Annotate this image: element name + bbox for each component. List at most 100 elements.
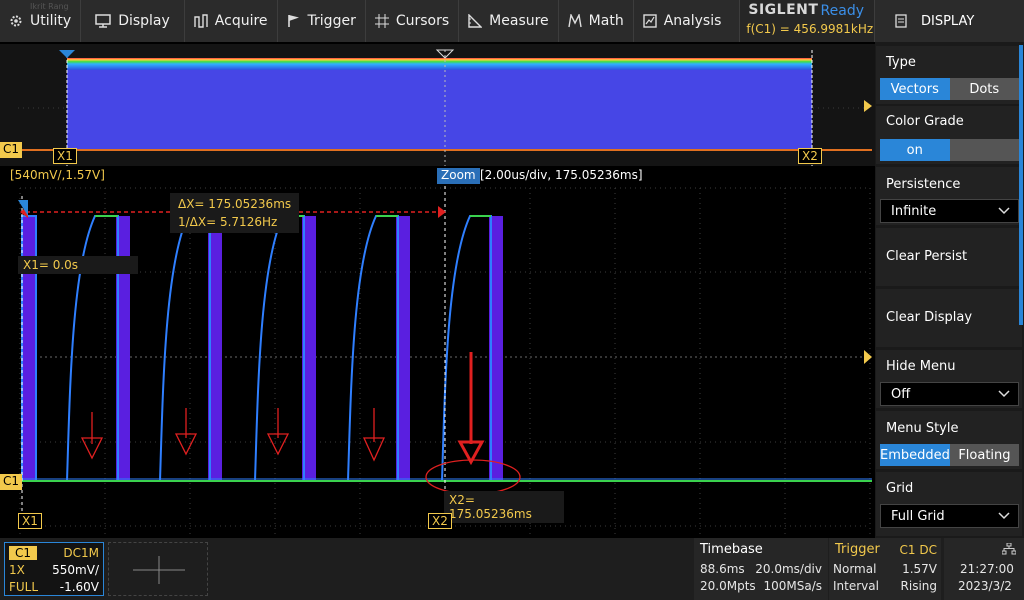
overview-x1-label[interactable]: X1: [53, 148, 77, 164]
crosshair-icon: [374, 14, 389, 28]
menu-utility-label: Utility: [30, 13, 72, 29]
menu-cursors[interactable]: Cursors: [366, 0, 460, 42]
annotation-arrow-4: [362, 408, 386, 462]
menu-trigger[interactable]: Trigger: [278, 0, 366, 42]
color-grade-off-option[interactable]: [949, 139, 1019, 161]
channel1-info-box[interactable]: C1 DC1M 1X 550mV/ FULL -1.60V: [4, 542, 104, 596]
plus-icon: [133, 556, 185, 584]
chevron-down-icon: [998, 207, 1010, 215]
menu-style-section: Menu Style Embedded Floating: [876, 411, 1022, 469]
main-waveform-view[interactable]: ΔX= 175.05236ms 1/ΔX= 5.7126Hz X1= 0.0s …: [0, 186, 875, 538]
type-vectors-option[interactable]: Vectors: [880, 78, 950, 100]
math-icon: [567, 14, 582, 28]
clear-persist-label: Clear Persist: [886, 249, 968, 264]
main-channel-marker[interactable]: C1: [0, 474, 23, 490]
menu-analysis[interactable]: Analysis: [634, 0, 741, 42]
color-grade-label: Color Grade: [886, 114, 964, 129]
persistence-dropdown[interactable]: Infinite: [880, 199, 1019, 223]
channel1-coupling: DC1M: [63, 546, 99, 560]
clock-time: 21:27:00: [960, 562, 1014, 576]
grid-section: Grid Full Grid: [876, 472, 1022, 536]
persistence-value: Infinite: [891, 203, 937, 219]
trigger-mode: Normal: [833, 562, 877, 576]
channel1-offset: -1.60V: [59, 580, 99, 594]
monitor-icon: [95, 14, 111, 28]
timebase-panel[interactable]: Timebase 88.6ms 20.0ms/div 20.0Mpts 100M…: [694, 538, 828, 600]
menu-analysis-label: Analysis: [663, 13, 722, 29]
timebase-scale: 20.0ms/div: [755, 562, 822, 576]
clear-persist-button[interactable]: Clear Persist: [876, 228, 1022, 286]
menu-math-label: Math: [588, 13, 624, 29]
menu-cursors-label: Cursors: [395, 13, 450, 29]
acquire-icon: [194, 14, 208, 28]
ruler-icon: [468, 14, 483, 28]
clock-date: 2023/3/2: [958, 579, 1012, 593]
status-bar: C1 DC1M 1X 550mV/ FULL -1.60V Timebase 8…: [0, 538, 1024, 600]
highlight-ellipse: [425, 459, 521, 495]
trigger-title: Trigger: [835, 542, 880, 557]
highlight-arrow-head-icon: [457, 440, 485, 466]
channel1-scale: 550mV/: [52, 563, 99, 577]
channel1-probe: 1X: [9, 563, 25, 577]
chevron-down-icon: [998, 512, 1010, 520]
side-panel-title: DISPLAY: [875, 0, 1024, 42]
menu-doc-icon: [895, 14, 907, 28]
inverse-delta-x-value: 1/ΔX= 5.7126Hz: [178, 215, 278, 229]
timebase-delay: 88.6ms: [700, 562, 745, 576]
network-icon: [1002, 543, 1016, 555]
menu-style-label: Menu Style: [886, 421, 959, 436]
side-panel-scrollbar[interactable]: [1019, 45, 1023, 325]
trigger-slope: Rising: [900, 579, 937, 593]
overview-top-band: [67, 58, 812, 70]
overview-plot: [18, 49, 872, 166]
menu-style-embedded-option[interactable]: Embedded: [880, 444, 950, 466]
trigger-panel[interactable]: Trigger C1 DC Normal 1.57V Interval Risi…: [829, 538, 941, 600]
brand-status-area: SIGLENT Ready f(C1) = 456.9981kHz: [740, 0, 875, 42]
add-channel-box[interactable]: [108, 542, 208, 596]
channel1-tag: C1: [9, 546, 38, 560]
timebase-title: Timebase: [700, 542, 763, 557]
menu-style-floating-option[interactable]: Floating: [949, 444, 1019, 466]
clock-panel: 21:27:00 2023/3/2: [944, 538, 1024, 600]
persistence-section: Persistence Infinite: [876, 167, 1022, 225]
type-dots-option[interactable]: Dots: [949, 78, 1019, 100]
channel1-bandwidth: FULL: [9, 580, 39, 594]
cursor-x2-label[interactable]: X2: [428, 513, 452, 529]
display-side-panel: DISPLAY Type Vectors Dots Color Grade on…: [875, 0, 1024, 538]
analysis-icon: [643, 14, 657, 28]
annotation-arrow-1: [80, 412, 104, 460]
x1-readout: X1= 0.0s: [18, 256, 138, 274]
hide-menu-dropdown[interactable]: Off: [880, 382, 1019, 406]
menu-style-toggle: Embedded Floating: [880, 444, 1019, 466]
hide-menu-label: Hide Menu: [886, 359, 956, 374]
main-trigger-level-icon[interactable]: [864, 350, 872, 364]
menu-display-label: Display: [118, 13, 170, 29]
overview-window[interactable]: X1 X2 C1: [0, 44, 875, 166]
clear-display-button[interactable]: Clear Display: [876, 289, 1022, 347]
menu-trigger-label: Trigger: [307, 13, 356, 29]
color-grade-toggle[interactable]: on: [880, 139, 1019, 161]
type-section: Type Vectors Dots: [876, 46, 1022, 104]
menu-acquire[interactable]: Acquire: [185, 0, 278, 42]
menu-acquire-label: Acquire: [214, 13, 268, 29]
run-status: Ready: [820, 3, 864, 19]
overview-x2-label[interactable]: X2: [798, 148, 822, 164]
color-grade-on-option[interactable]: on: [880, 139, 950, 161]
top-menu-bar: Ikrit Rang Utility Display Acquire Trigg…: [0, 0, 875, 42]
overview-left-marker-icon[interactable]: [59, 50, 75, 58]
grid-dropdown[interactable]: Full Grid: [880, 504, 1019, 528]
hide-menu-value: Off: [891, 386, 911, 402]
menu-measure[interactable]: Measure: [459, 0, 559, 42]
grid-label: Grid: [886, 481, 914, 496]
frequency-counter: f(C1) = 456.9981kHz: [746, 22, 874, 36]
cursor-x1-label[interactable]: X1: [18, 513, 42, 529]
brand-logo: SIGLENT: [748, 2, 819, 18]
zoom-tag[interactable]: Zoom: [437, 168, 480, 184]
chevron-down-icon: [998, 390, 1010, 398]
user-text: Ikrit Rang: [30, 2, 69, 11]
trigger-level-icon[interactable]: [864, 100, 872, 112]
overview-channel-marker[interactable]: C1: [0, 142, 23, 158]
trigger-source: C1 DC: [899, 543, 937, 557]
menu-measure-label: Measure: [489, 13, 549, 29]
menu-math[interactable]: Math: [559, 0, 634, 42]
